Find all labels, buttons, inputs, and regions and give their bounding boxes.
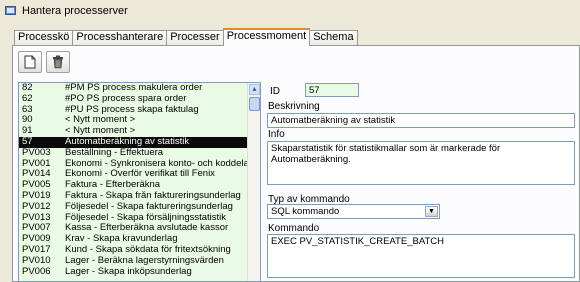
list-item[interactable]: PV012 Följesedel - Skapa faktureringsunde… — [19, 202, 260, 213]
process-moment-list[interactable]: 82 #PM PS process makulera order 62 #PO PS … — [18, 82, 261, 282]
command-field[interactable]: EXEC PV_STATISTIK_CREATE_BATCH — [267, 234, 575, 278]
list-item[interactable]: 63 #PU PS process skapa faktulag — [19, 105, 260, 116]
list-item-name: Lager - Skapa inköpsunderlag — [65, 266, 192, 277]
list-item-id: PV009 — [22, 234, 51, 245]
list-item-id: PV019 — [22, 190, 51, 201]
list-item[interactable]: PV006 Lager - Skapa inköpsunderlag — [19, 267, 260, 278]
list-item[interactable]: PV017 Kund - Skapa sökdata för fritextsök… — [19, 245, 260, 256]
list-item[interactable]: PV007 Kassa - Efterberäkna avslutade kass… — [19, 223, 260, 234]
list-item-name: Krav - Skapa kravunderlag — [65, 234, 178, 245]
list-item-id: PV010 — [22, 255, 51, 266]
description-label: Beskrivning — [268, 101, 320, 112]
chevron-down-icon[interactable]: ▼ — [425, 206, 438, 217]
new-button[interactable] — [18, 51, 42, 73]
tab-processko[interactable]: Processkö — [14, 30, 74, 45]
list-item-id: 90 — [22, 115, 33, 126]
list-item-name: Ekonomi - Synkronisera konto- och koddel… — [65, 158, 252, 169]
tab-schema[interactable]: Schema — [309, 30, 358, 45]
list-item[interactable]: PV005 Faktura - Efterberäkna — [19, 180, 260, 191]
app-window-icon — [4, 4, 18, 18]
list-item-id: PV012 — [22, 201, 51, 212]
list-item[interactable]: PV009 Krav - Skapa kravunderlag — [19, 234, 260, 245]
list-item-id: 62 — [22, 93, 33, 104]
id-field[interactable]: 57 — [305, 83, 359, 97]
list-item-id: PV007 — [22, 223, 51, 234]
info-label: Info — [268, 129, 285, 140]
list-item-id: PV006 — [22, 266, 51, 277]
list-item-id: PV003 — [22, 147, 51, 158]
list-item-id: 82 — [22, 83, 33, 93]
list-item-id: PV005 — [22, 180, 51, 191]
scroll-thumb[interactable] — [249, 97, 260, 111]
list-item[interactable]: PV010 Lager - Beräkna lagerstyrningsvärde… — [19, 256, 260, 267]
list-item-name: #PO PS process spara order — [65, 93, 187, 104]
list-item[interactable]: PV013 Följesedel - Skapa försäljningsstat… — [19, 213, 260, 224]
list-scrollbar[interactable]: ▲ — [247, 83, 260, 281]
list-item[interactable]: 62 #PO PS process spara order — [19, 94, 260, 105]
command-type-select[interactable]: SQL kommando ▼ — [267, 204, 440, 219]
window-titlebar: Hantera processerver — [0, 0, 580, 22]
delete-button[interactable] — [46, 51, 70, 73]
list-item-name: #PU PS process skapa faktulag — [65, 104, 199, 115]
id-label: ID — [270, 86, 280, 97]
trash-icon — [53, 55, 63, 69]
command-type-value: SQL kommando — [271, 206, 340, 217]
new-document-icon — [24, 55, 36, 69]
list-item[interactable]: 82 #PM PS process makulera order — [19, 83, 260, 94]
list-item-name: Följesedel - Skapa försäljningsstatistik — [65, 212, 227, 223]
toolbar — [18, 51, 70, 75]
list-item-name: Ekonomi - Överför verifikat till Fenix — [65, 169, 215, 180]
list-item-id: PV017 — [22, 244, 51, 255]
tab-strip: Processkö Processhanterare Processer Pro… — [14, 28, 358, 46]
list-item[interactable]: PV001 Ekonomi - Synkronisera konto- och k… — [19, 159, 260, 170]
list-item-id: PV001 — [22, 158, 51, 169]
list-item-name: Faktura - Skapa från faktureringsunderla… — [65, 190, 241, 201]
window-title: Hantera processerver — [22, 5, 128, 17]
list-item-name: #PM PS process makulera order — [65, 83, 203, 93]
list-item[interactable]: 57 Automatberäkning av statistik — [19, 136, 260, 148]
list-item-id: 63 — [22, 104, 33, 115]
list-item-name: < Nytt moment > — [65, 115, 136, 126]
list-item[interactable]: PV019 Faktura - Skapa från faktureringsun… — [19, 191, 260, 202]
list-item-name: Automatberäkning av statistik — [65, 136, 190, 147]
list-item-id: PV013 — [22, 212, 51, 223]
list-item-name: Kund - Skapa sökdata för fritextsökning — [65, 244, 231, 255]
list-item[interactable]: 90 < Nytt moment > — [19, 115, 260, 126]
list-item-name: Lager - Beräkna lagerstyrningsvärden — [65, 255, 224, 266]
list-item-name: < Nytt moment > — [65, 126, 136, 137]
list-item[interactable]: PV003 Beställning - Effektuera — [19, 148, 260, 159]
list-item-name: Faktura - Efterberäkna — [65, 180, 161, 191]
tab-processer[interactable]: Processer — [166, 30, 224, 45]
list-item-name: Kassa - Efterberäkna avslutade kassor — [65, 223, 229, 234]
tab-processhanterare[interactable]: Processhanterare — [72, 30, 168, 45]
command-label: Kommando — [268, 223, 320, 234]
list-item-id: PV014 — [22, 169, 51, 180]
list-item-id: 91 — [22, 126, 33, 137]
list-item[interactable]: PV014 Ekonomi - Överför verifikat till Fe… — [19, 169, 260, 180]
tab-processmoment[interactable]: Processmoment — [222, 28, 311, 46]
list-item-name: Beställning - Effektuera — [65, 147, 164, 158]
info-field[interactable]: Skaparstatistik för statistikmallar som … — [267, 141, 575, 185]
list-item[interactable]: 91 < Nytt moment > — [19, 126, 260, 137]
description-field[interactable]: Automatberäkning av statistik — [267, 113, 575, 128]
list-item-name: Följesedel - Skapa faktureringsunderlag — [65, 201, 233, 212]
list-item-id: 57 — [22, 136, 33, 147]
scroll-up-icon[interactable]: ▲ — [249, 84, 260, 95]
